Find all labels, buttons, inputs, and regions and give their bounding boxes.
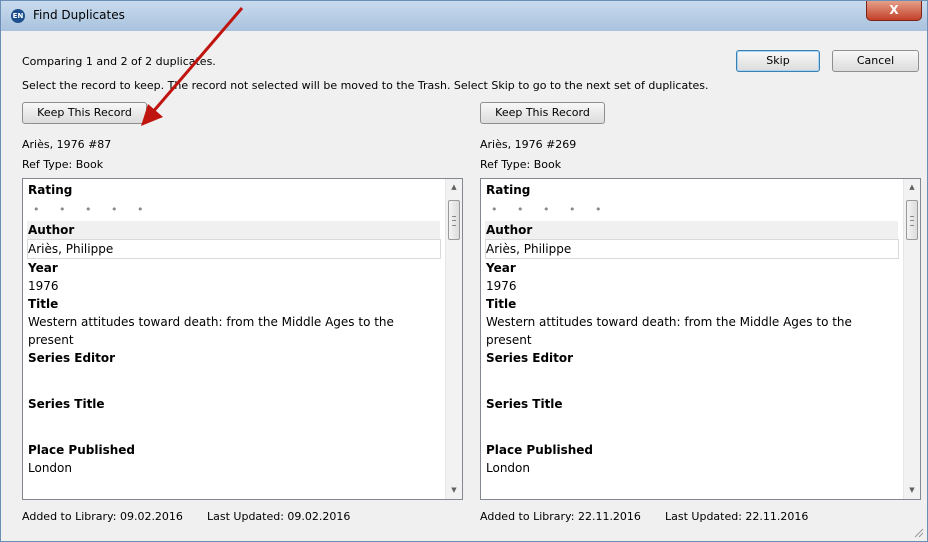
comparing-status: Comparing 1 and 2 of 2 duplicates. [22,55,216,68]
skip-button[interactable]: Skip [736,50,820,72]
place-published-label: Place Published [28,443,136,457]
year-label: Year [486,261,516,275]
rating-dots[interactable]: • • • • • [485,199,898,221]
place-published-value[interactable]: London [27,459,440,477]
series-title-value[interactable] [485,413,898,441]
added-date-left: Added to Library: 09.02.2016 [22,510,183,523]
ref-type-left: Ref Type: Book [22,158,104,171]
year-value[interactable]: 1976 [485,277,898,295]
series-editor-value[interactable] [485,367,898,395]
title-label: Title [28,297,59,311]
close-button[interactable]: X [866,1,922,21]
ref-name-left: Ariès, 1976 #87 [22,138,112,151]
title-bar[interactable]: EN Find Duplicates X [1,1,927,31]
endnote-app-icon: EN [11,9,25,23]
find-duplicates-dialog: EN Find Duplicates X Comparing 1 and 2 o… [0,0,928,542]
scroll-down-arrow-icon[interactable]: ▼ [904,482,920,499]
keep-record-button-left[interactable]: Keep This Record [22,102,147,124]
grip-icon [910,216,914,226]
title-label: Title [486,297,517,311]
series-title-value[interactable] [27,413,440,441]
scrollbar-thumb[interactable] [448,200,460,240]
rating-dots[interactable]: • • • • • [27,199,440,221]
record-panel-left[interactable]: Rating • • • • • Author Ariès, Philippe … [22,178,463,500]
year-value[interactable]: 1976 [27,277,440,295]
window-title: Find Duplicates [33,8,125,22]
grip-icon [452,216,456,226]
place-published-value[interactable]: London [485,459,898,477]
ref-type-right: Ref Type: Book [480,158,562,171]
cancel-button[interactable]: Cancel [832,50,919,72]
resize-grip-icon[interactable] [912,526,924,538]
series-editor-label: Series Editor [486,351,574,365]
vertical-scrollbar-left[interactable]: ▲ ▼ [445,179,462,499]
updated-date-left: Last Updated: 09.02.2016 [207,510,351,523]
author-label: Author [485,221,898,239]
record-panel-right[interactable]: Rating • • • • • Author Ariès, Philippe … [480,178,921,500]
title-value[interactable]: Western attitudes toward death: from the… [485,313,898,349]
place-published-label: Place Published [486,443,594,457]
updated-date-right: Last Updated: 22.11.2016 [665,510,809,523]
ref-name-right: Ariès, 1976 #269 [480,138,577,151]
scroll-up-arrow-icon[interactable]: ▲ [904,179,920,196]
series-editor-value[interactable] [27,367,440,395]
year-label: Year [28,261,58,275]
instruction-text: Select the record to keep. The record no… [22,79,709,92]
scrollbar-thumb[interactable] [906,200,918,240]
scroll-down-arrow-icon[interactable]: ▼ [446,482,462,499]
added-date-right: Added to Library: 22.11.2016 [480,510,641,523]
rating-label: Rating [28,183,73,197]
vertical-scrollbar-right[interactable]: ▲ ▼ [903,179,920,499]
scroll-up-arrow-icon[interactable]: ▲ [446,179,462,196]
author-value[interactable]: Ariès, Philippe [27,239,441,259]
series-title-label: Series Title [28,397,105,411]
title-value[interactable]: Western attitudes toward death: from the… [27,313,440,349]
author-label: Author [27,221,440,239]
series-editor-label: Series Editor [28,351,116,365]
keep-record-button-right[interactable]: Keep This Record [480,102,605,124]
rating-label: Rating [486,183,531,197]
author-value[interactable]: Ariès, Philippe [485,239,899,259]
series-title-label: Series Title [486,397,563,411]
